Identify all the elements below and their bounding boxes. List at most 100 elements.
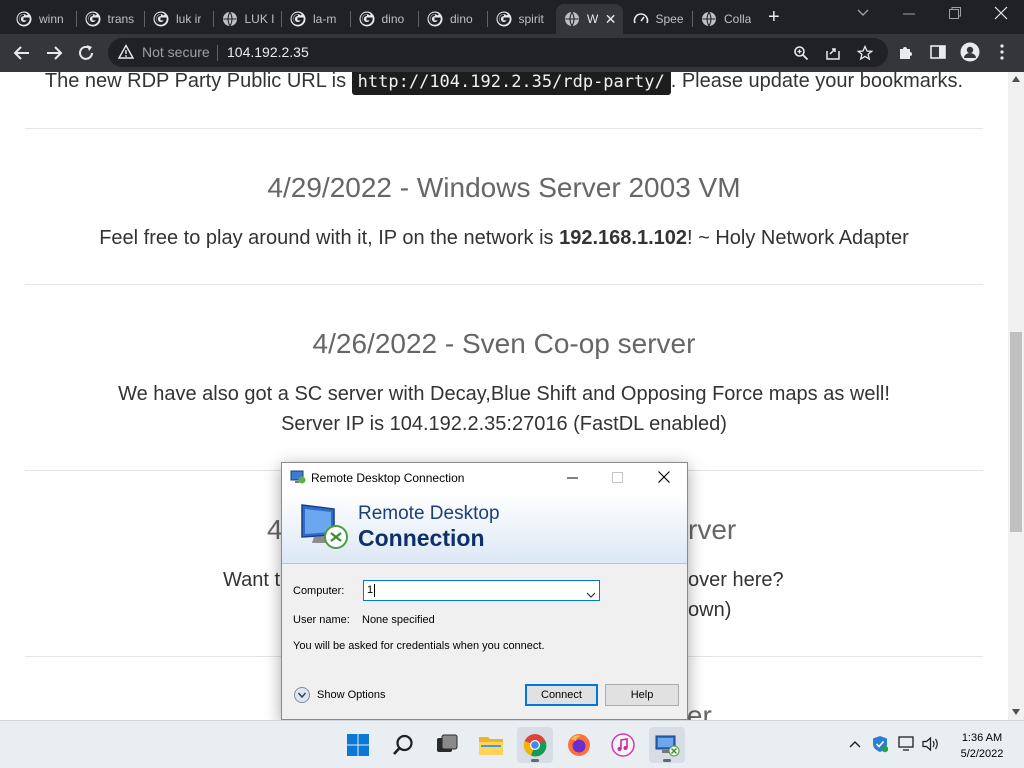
browser-tab[interactable]: W ✕: [556, 4, 623, 34]
task-view-icon[interactable]: [429, 727, 465, 763]
browser-menu-icon[interactable]: [992, 42, 1012, 62]
display-icon[interactable]: [898, 735, 916, 753]
post-title: 4/29/2022 - Windows Server 2003 VM: [267, 172, 741, 203]
tab-title: Colla: [724, 12, 752, 26]
minimize-window-button[interactable]: [902, 2, 916, 29]
side-panel-icon[interactable]: [928, 42, 948, 62]
google-g-icon: [359, 11, 375, 27]
post-body-suffix: ! ~ Holy Network Adapter: [687, 227, 909, 249]
expand-chevron-icon[interactable]: [294, 687, 310, 703]
windows-start-icon[interactable]: [340, 727, 376, 763]
close-tab-icon[interactable]: ✕: [605, 11, 617, 27]
tab-separator: [75, 11, 77, 27]
globe-icon: [701, 11, 717, 27]
tab-separator: [144, 11, 145, 27]
divider: [25, 284, 983, 285]
browser-tab[interactable]: dino: [351, 4, 418, 34]
tab-separator: [349, 11, 351, 27]
post-title: 4/26/2022 - Sven Co-op server: [312, 328, 696, 359]
browser-tab[interactable]: Spee: [625, 4, 692, 34]
profile-avatar[interactable]: [960, 42, 980, 62]
forward-button[interactable]: [43, 42, 65, 64]
restore-window-button[interactable]: [948, 6, 962, 23]
credentials-info: You will be asked for credentials when y…: [293, 640, 545, 652]
post-body-partial: over here?: [688, 569, 784, 591]
rdp-app-icon: [290, 469, 306, 490]
dialog-close-button[interactable]: [658, 470, 670, 486]
new-tab-button[interactable]: +: [768, 7, 780, 27]
dialog-titlebar[interactable]: Remote Desktop Connection: [282, 463, 687, 492]
clock-time: 1:36 AM: [961, 732, 1003, 744]
google-g-icon: [85, 11, 101, 27]
running-indicator: [531, 759, 539, 762]
remote-desktop-logo-icon: [298, 501, 350, 556]
computer-combobox[interactable]: 1: [363, 580, 600, 601]
scroll-up-icon[interactable]: [1012, 76, 1020, 82]
tab-separator: [692, 11, 693, 27]
globe-icon: [564, 11, 580, 27]
google-g-icon: [16, 11, 32, 27]
remote-desktop-dialog: Remote Desktop Connection Remote Desktop…: [281, 462, 688, 720]
google-g-icon: [496, 11, 512, 27]
dialog-minimize-button[interactable]: [567, 468, 579, 491]
itunes-icon[interactable]: [605, 727, 641, 763]
bookmark-star-icon[interactable]: [856, 44, 874, 62]
banner-title-line1: Remote Desktop: [358, 503, 500, 524]
dialog-banner: Remote Desktop Connection: [282, 492, 687, 564]
remote-desktop-icon[interactable]: [649, 727, 685, 763]
dialog-maximize-button: [612, 471, 624, 487]
tab-title: W: [587, 12, 599, 26]
page-scrollbar[interactable]: [1008, 72, 1024, 720]
extensions-icon[interactable]: [896, 42, 916, 62]
computer-input[interactable]: 1: [367, 584, 373, 596]
tab-separator: [418, 11, 419, 27]
security-label[interactable]: Not secure: [142, 44, 210, 60]
chevron-down-icon[interactable]: [586, 586, 596, 604]
url-text[interactable]: 104.192.2.35: [227, 44, 309, 60]
scroll-down-icon[interactable]: [1012, 709, 1020, 715]
browser-tab[interactable]: dino: [419, 4, 486, 34]
post-body-line: Server IP is 104.192.2.35:27016 (FastDL …: [281, 413, 727, 435]
google-g-icon: [427, 11, 443, 27]
google-g-icon: [153, 11, 169, 27]
post-title-partial: rver: [688, 514, 737, 545]
divider: [25, 128, 983, 129]
zoom-icon[interactable]: [792, 44, 810, 62]
reload-button[interactable]: [75, 42, 97, 64]
post-body-partial: Want t: [223, 569, 281, 591]
show-options-label[interactable]: Show Options: [317, 689, 385, 701]
chrome-icon[interactable]: [517, 727, 553, 763]
firefox-icon[interactable]: [561, 727, 597, 763]
browser-tab[interactable]: luk ir: [145, 4, 212, 34]
tab-separator: [281, 11, 282, 27]
tab-search-icon[interactable]: [856, 6, 870, 23]
browser-tab-strip: winn trans luk ir LUK Ila-m dino dino spirit W ✕…: [0, 0, 1024, 34]
close-window-button[interactable]: [994, 6, 1008, 23]
scrollbar-thumb[interactable]: [1010, 332, 1022, 532]
system-clock[interactable]: 1:36 AM 5/2/2022: [948, 730, 1016, 762]
browser-tab[interactable]: LUK I: [214, 4, 281, 34]
browser-tab[interactable]: spirit: [488, 4, 555, 34]
help-button[interactable]: Help: [605, 684, 679, 706]
security-shield-icon[interactable]: [871, 735, 889, 753]
browser-tab[interactable]: winn: [8, 4, 75, 34]
rdp-party-url[interactable]: http://104.192.2.35/rdp-party/: [351, 72, 671, 95]
volume-icon[interactable]: [922, 735, 940, 753]
browser-tab[interactable]: trans: [77, 4, 144, 34]
chevron-up-icon[interactable]: [846, 735, 864, 753]
search-icon[interactable]: [385, 727, 421, 763]
text-caret: [374, 584, 375, 597]
post-body-line: We have also got a SC server with Decay,…: [118, 383, 890, 405]
announcement-banner: The new RDP Party Public URL is http://1…: [0, 72, 1008, 95]
warning-icon[interactable]: [117, 44, 135, 65]
address-bar[interactable]: Not secure 104.192.2.35: [108, 38, 888, 67]
browser-tab[interactable]: la-m: [282, 4, 349, 34]
file-explorer-icon[interactable]: [473, 727, 509, 763]
show-options-toggle[interactable]: Show Options: [294, 687, 385, 703]
share-icon[interactable]: [824, 44, 842, 62]
speedometer-icon: [633, 11, 649, 27]
browser-tab[interactable]: Colla: [693, 4, 760, 34]
back-button[interactable]: [11, 42, 33, 64]
tab-title: la-m: [313, 12, 337, 26]
connect-button[interactable]: Connect: [525, 684, 598, 706]
